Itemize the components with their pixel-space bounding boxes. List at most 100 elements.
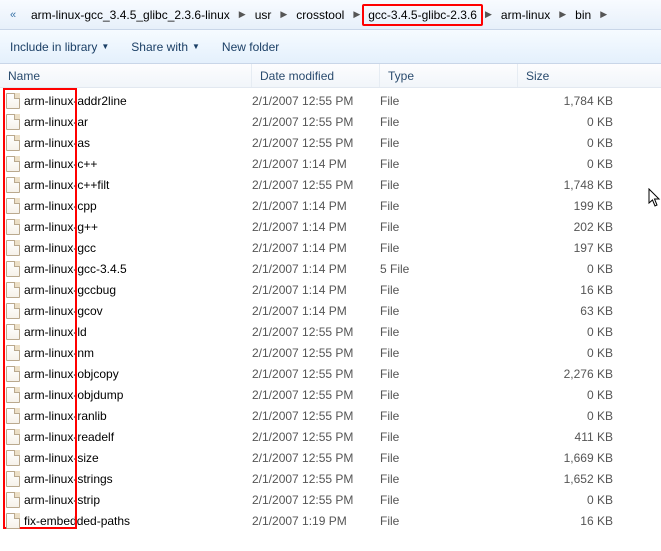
breadcrumb-item[interactable]: gcc-3.4.5-glibc-2.3.6 <box>362 4 483 26</box>
table-row[interactable]: arm-linux-ld2/1/2007 12:55 PMFile0 KB <box>0 321 661 342</box>
file-type-cell: 5 File <box>380 262 518 276</box>
file-size-cell: 16 KB <box>518 514 661 528</box>
file-name-cell: arm-linux-gcc <box>0 240 252 256</box>
chevron-right-icon[interactable]: ▶ <box>351 9 362 20</box>
table-row[interactable]: arm-linux-cpp2/1/2007 1:14 PMFile199 KB <box>0 195 661 216</box>
file-name-label: fix-embedded-paths <box>24 514 130 528</box>
file-type-cell: File <box>380 115 518 129</box>
chevron-right-icon[interactable]: ▶ <box>278 9 289 20</box>
table-row[interactable]: arm-linux-c++filt2/1/2007 12:55 PMFile1,… <box>0 174 661 195</box>
file-date-cell: 2/1/2007 12:55 PM <box>252 451 380 465</box>
file-date-cell: 2/1/2007 12:55 PM <box>252 136 380 150</box>
file-name-label: arm-linux-strings <box>24 472 113 486</box>
file-name-cell: arm-linux-gcov <box>0 303 252 319</box>
file-icon <box>6 114 20 130</box>
chevron-right-icon[interactable]: ▶ <box>598 9 609 20</box>
file-name-label: arm-linux-readelf <box>24 430 114 444</box>
table-row[interactable]: arm-linux-g++2/1/2007 1:14 PMFile202 KB <box>0 216 661 237</box>
file-icon <box>6 93 20 109</box>
table-row[interactable]: arm-linux-ranlib2/1/2007 12:55 PMFile0 K… <box>0 405 661 426</box>
table-row[interactable]: arm-linux-size2/1/2007 12:55 PMFile1,669… <box>0 447 661 468</box>
file-type-cell: File <box>380 409 518 423</box>
file-name-label: arm-linux-cpp <box>24 199 97 213</box>
file-size-cell: 197 KB <box>518 241 661 255</box>
chevron-right-icon[interactable]: ▶ <box>557 9 568 20</box>
table-row[interactable]: arm-linux-addr2line2/1/2007 12:55 PMFile… <box>0 90 661 111</box>
file-name-label: arm-linux-addr2line <box>24 94 127 108</box>
chevron-right-icon[interactable]: ▶ <box>483 9 494 20</box>
file-icon <box>6 345 20 361</box>
file-size-cell: 202 KB <box>518 220 661 234</box>
table-row[interactable]: arm-linux-gcov2/1/2007 1:14 PMFile63 KB <box>0 300 661 321</box>
file-size-cell: 0 KB <box>518 409 661 423</box>
file-name-cell: arm-linux-g++ <box>0 219 252 235</box>
table-row[interactable]: fix-embedded-paths2/1/2007 1:19 PMFile16… <box>0 510 661 531</box>
file-date-cell: 2/1/2007 1:14 PM <box>252 283 380 297</box>
table-row[interactable]: arm-linux-c++2/1/2007 1:14 PMFile0 KB <box>0 153 661 174</box>
file-type-cell: File <box>380 220 518 234</box>
breadcrumb-item[interactable]: arm-linux <box>494 4 557 26</box>
new-folder-button[interactable]: New folder <box>222 40 279 54</box>
file-size-cell: 199 KB <box>518 199 661 213</box>
file-name-cell: arm-linux-ld <box>0 324 252 340</box>
file-type-cell: File <box>380 430 518 444</box>
table-row[interactable]: arm-linux-as 2/1/2007 12:55 PMFile0 KB <box>0 132 661 153</box>
file-date-cell: 2/1/2007 12:55 PM <box>252 346 380 360</box>
file-size-cell: 0 KB <box>518 262 661 276</box>
table-row[interactable]: arm-linux-nm2/1/2007 12:55 PMFile0 KB <box>0 342 661 363</box>
share-with-label: Share with <box>131 40 188 54</box>
file-date-cell: 2/1/2007 12:55 PM <box>252 94 380 108</box>
file-size-cell: 0 KB <box>518 115 661 129</box>
file-date-cell: 2/1/2007 12:55 PM <box>252 115 380 129</box>
table-row[interactable]: arm-linux-readelf 2/1/2007 12:55 PMFile41… <box>0 426 661 447</box>
breadcrumb-item[interactable]: arm-linux-gcc_3.4.5_glibc_2.3.6-linux <box>24 4 237 26</box>
file-date-cell: 2/1/2007 1:19 PM <box>252 514 380 528</box>
file-type-cell: File <box>380 325 518 339</box>
breadcrumb-item[interactable]: crosstool <box>289 4 351 26</box>
file-date-cell: 2/1/2007 12:55 PM <box>252 178 380 192</box>
file-name-label: arm-linux-strip <box>24 493 100 507</box>
file-name-label: arm-linux-as <box>24 136 90 150</box>
file-size-cell: 411 KB <box>518 430 661 444</box>
file-name-label: arm-linux-objcopy <box>24 367 119 381</box>
column-header-size[interactable]: Size <box>518 64 661 87</box>
share-with-button[interactable]: Share with ▼ <box>131 40 200 54</box>
column-header-type[interactable]: Type <box>380 64 518 87</box>
table-row[interactable]: arm-linux-gcc-3.4.52/1/2007 1:14 PM5 Fil… <box>0 258 661 279</box>
breadcrumb-overflow[interactable]: « <box>4 6 22 24</box>
file-type-cell: File <box>380 493 518 507</box>
file-size-cell: 0 KB <box>518 136 661 150</box>
table-row[interactable]: arm-linux-strings2/1/2007 12:55 PMFile1,… <box>0 468 661 489</box>
file-icon <box>6 177 20 193</box>
file-icon <box>6 156 20 172</box>
file-name-cell: arm-linux-cpp <box>0 198 252 214</box>
chevron-down-icon: ▼ <box>101 42 109 51</box>
table-row[interactable]: arm-linux-gccbug2/1/2007 1:14 PMFile16 K… <box>0 279 661 300</box>
table-row[interactable]: arm-linux-strip2/1/2007 12:55 PMFile0 KB <box>0 489 661 510</box>
file-name-cell: arm-linux-ranlib <box>0 408 252 424</box>
chevron-right-icon[interactable]: ▶ <box>237 9 248 20</box>
table-row[interactable]: arm-linux-ar2/1/2007 12:55 PMFile0 KB <box>0 111 661 132</box>
table-row[interactable]: arm-linux-gcc2/1/2007 1:14 PMFile197 KB <box>0 237 661 258</box>
file-type-cell: File <box>380 199 518 213</box>
file-size-cell: 1,669 KB <box>518 451 661 465</box>
file-size-cell: 1,748 KB <box>518 178 661 192</box>
file-icon <box>6 492 20 508</box>
file-date-cell: 2/1/2007 12:55 PM <box>252 367 380 381</box>
table-row[interactable]: arm-linux-objcopy2/1/2007 12:55 PMFile2,… <box>0 363 661 384</box>
table-row[interactable]: arm-linux-objdump2/1/2007 12:55 PMFile0 … <box>0 384 661 405</box>
file-type-cell: File <box>380 136 518 150</box>
file-icon <box>6 513 20 529</box>
file-name-cell: arm-linux-gccbug <box>0 282 252 298</box>
include-in-library-button[interactable]: Include in library ▼ <box>10 40 109 54</box>
file-name-label: arm-linux-gcc <box>24 241 96 255</box>
breadcrumb-item[interactable]: bin <box>568 4 598 26</box>
file-date-cell: 2/1/2007 12:55 PM <box>252 430 380 444</box>
file-type-cell: File <box>380 472 518 486</box>
file-type-cell: File <box>380 451 518 465</box>
column-header-date[interactable]: Date modified <box>252 64 380 87</box>
column-header-name[interactable]: Name <box>0 64 252 87</box>
file-icon <box>6 261 20 277</box>
breadcrumb-item[interactable]: usr <box>248 4 279 26</box>
file-size-cell: 0 KB <box>518 493 661 507</box>
